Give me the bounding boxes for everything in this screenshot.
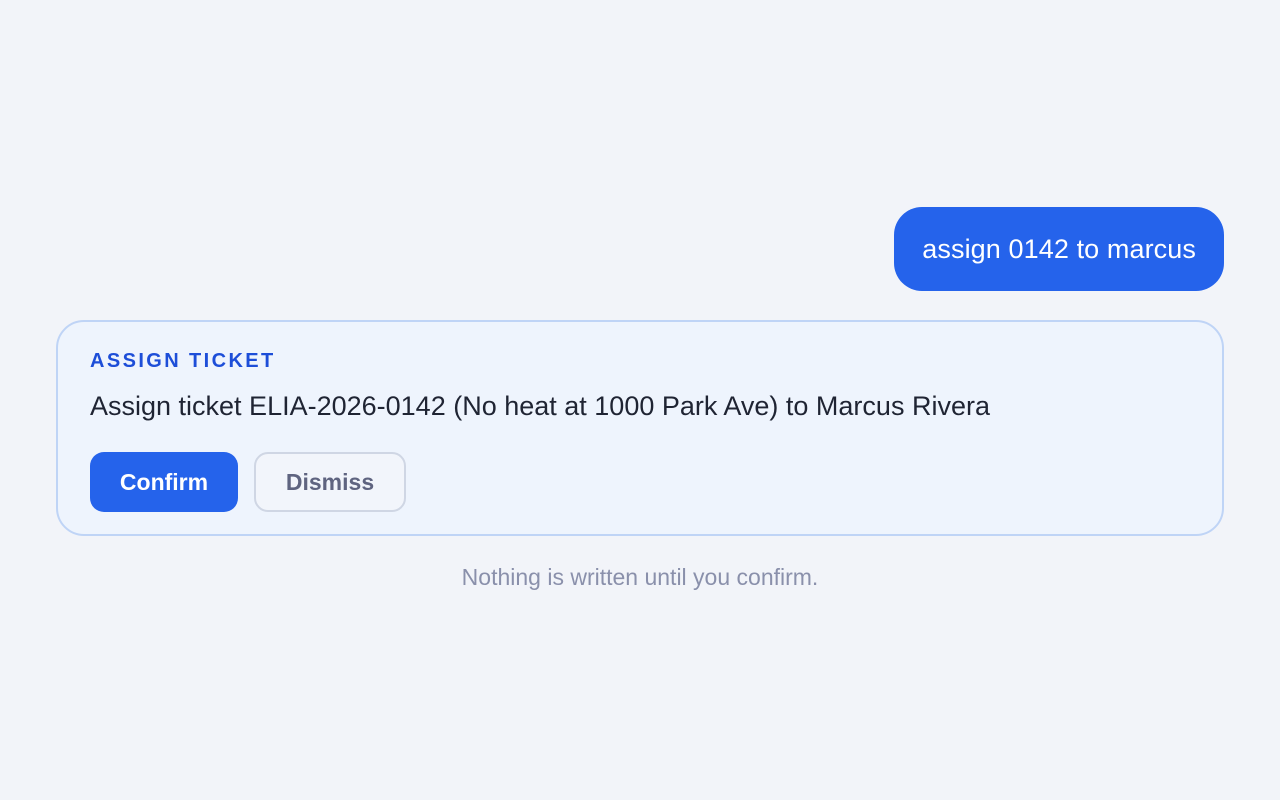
action-summary: Assign ticket ELIA-2026-0142 (No heat at…	[90, 391, 990, 421]
action-type-label: ASSIGN TICKET	[90, 350, 276, 372]
confirm-button[interactable]: Confirm	[90, 452, 238, 512]
user-message-bubble: assign 0142 to marcus	[894, 207, 1224, 291]
confirmation-footnote: Nothing is written until you confirm.	[461, 564, 819, 590]
action-confirmation-card: ASSIGN TICKET Assign ticket ELIA-2026-01…	[56, 320, 1224, 536]
action-buttons: Confirm Dismiss	[90, 452, 1190, 512]
dismiss-button[interactable]: Dismiss	[254, 452, 406, 512]
chat-view: assign 0142 to marcus ASSIGN TICKET Assi…	[0, 0, 1280, 800]
